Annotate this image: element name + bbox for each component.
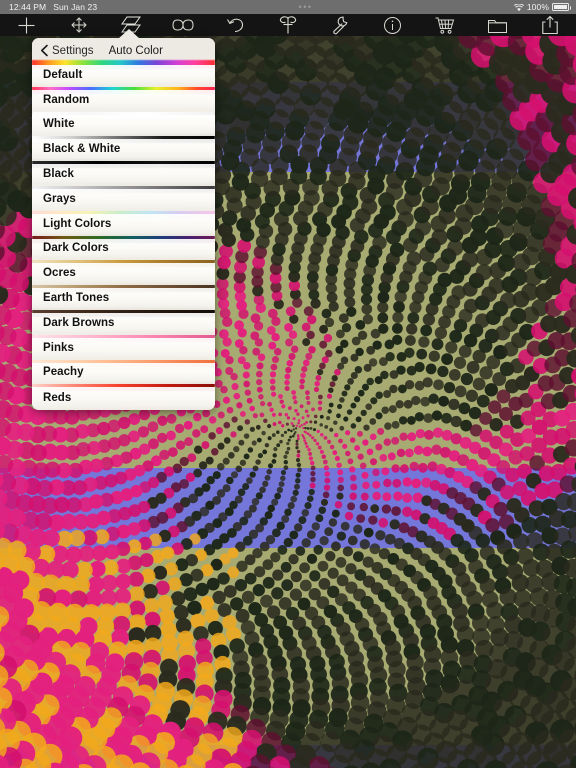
status-left: 12:44 PM Sun Jan 23 xyxy=(0,2,97,12)
auto-color-option-label: Reds xyxy=(43,391,72,404)
app-toolbar xyxy=(0,14,576,36)
chevron-left-icon[interactable] xyxy=(40,44,49,57)
back-to-settings-button[interactable]: Settings xyxy=(52,45,94,57)
auto-color-option-label: Default xyxy=(43,68,83,81)
battery-full-icon xyxy=(552,3,571,11)
auto-color-option-label: Dark Colors xyxy=(43,242,109,255)
status-date: Sun Jan 23 xyxy=(53,2,98,12)
auto-color-option-label: Random xyxy=(43,93,90,106)
auto-color-options-list: Default Random White Black & White Black Gray… xyxy=(32,60,215,411)
auto-color-option-earth-tones[interactable]: Earth Tones xyxy=(32,283,215,312)
status-center-dots: ••• xyxy=(298,2,313,12)
cart-icon[interactable] xyxy=(419,14,471,36)
status-right: 100% xyxy=(513,2,576,12)
infinity-icon[interactable] xyxy=(157,14,209,36)
auto-color-option-black[interactable]: Black xyxy=(32,159,215,188)
undo-icon[interactable] xyxy=(209,14,261,36)
auto-color-option-label: Black & White xyxy=(43,143,121,156)
auto-color-option-peachy[interactable]: Peachy xyxy=(32,357,215,387)
auto-color-option-label: Light Colors xyxy=(43,217,112,230)
auto-color-option-grays[interactable]: Grays xyxy=(32,183,215,213)
auto-color-option-label: Earth Tones xyxy=(43,292,110,305)
auto-color-option-label: Black xyxy=(43,168,74,181)
auto-color-option-pinks[interactable]: Pinks xyxy=(32,332,215,362)
auto-color-option-random[interactable]: Random xyxy=(32,84,215,114)
popover-title: Auto Color xyxy=(108,44,163,57)
auto-color-option-label: Dark Browns xyxy=(43,316,115,329)
move-icon[interactable] xyxy=(52,14,104,36)
popover-arrow xyxy=(118,29,140,39)
auto-color-option-dark-colors[interactable]: Dark Colors xyxy=(32,233,215,263)
auto-color-option-light-colors[interactable]: Light Colors xyxy=(32,208,215,238)
auto-color-option-dark-browns[interactable]: Dark Browns xyxy=(32,307,215,337)
auto-color-option-label: Peachy xyxy=(43,366,84,379)
auto-color-option-reds[interactable]: Reds xyxy=(32,382,215,411)
info-icon[interactable] xyxy=(367,14,419,36)
auto-color-option-label: Pinks xyxy=(43,341,74,354)
auto-color-option-ocres[interactable]: Ocres xyxy=(32,258,215,288)
auto-color-option-label: Ocres xyxy=(43,267,76,280)
status-time: 12:44 PM xyxy=(9,2,47,12)
auto-color-option-black-white[interactable]: Black & White xyxy=(32,134,215,164)
wrench-icon[interactable] xyxy=(314,14,366,36)
auto-color-option-label: White xyxy=(43,118,75,131)
auto-color-option-label: Grays xyxy=(43,192,76,205)
status-bar: 12:44 PM Sun Jan 23 ••• 100% xyxy=(0,0,576,14)
auto-color-option-white[interactable]: White xyxy=(32,109,215,139)
add-icon[interactable] xyxy=(0,14,52,36)
brush-icon[interactable] xyxy=(262,14,314,36)
share-icon[interactable] xyxy=(524,14,576,36)
auto-color-popover: Settings Auto Color Default Random White Bl… xyxy=(32,29,215,411)
wifi-icon xyxy=(513,3,524,12)
folder-icon[interactable] xyxy=(471,14,523,36)
battery-percent: 100% xyxy=(526,2,549,12)
popover-body: Settings Auto Color Default Random White Bl… xyxy=(32,38,215,411)
auto-color-option-default[interactable]: Default xyxy=(32,60,215,89)
